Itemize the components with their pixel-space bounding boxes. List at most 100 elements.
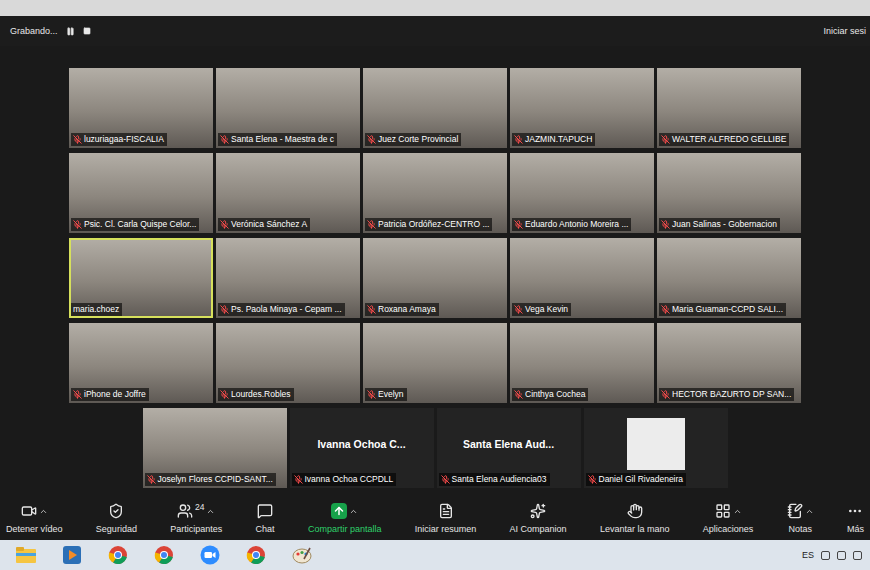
participant-tile[interactable]: Verónica Sánchez A [216,153,360,233]
chevron-up-icon[interactable] [349,507,358,516]
volume-icon[interactable] [837,551,846,560]
participant-name: Lourdes.Robles [218,388,294,401]
toolbar-button[interactable]: 24 Participantes [170,502,222,534]
taskbar-app[interactable] [106,543,130,567]
participant-tile[interactable]: WALTER ALFREDO GELLIBE [657,68,801,148]
participant-tile[interactable]: maria.choez [69,238,213,318]
participant-tile[interactable]: Maria Guaman-CCPD SALI... [657,238,801,318]
participant-name: Joselyn Flores CCPID-SANT... [145,473,276,486]
toolbar-button[interactable]: Aplicaciones [703,502,754,534]
participant-tile[interactable]: Juez Corte Provincial [363,68,507,148]
mic-off-icon [147,475,156,484]
chrome-icon [154,545,174,565]
participant-tile[interactable]: Roxana Amaya [363,238,507,318]
participant-name: Santa Elena Audiencia03 [439,473,550,486]
participant-name: Cinthya Cochea [512,388,588,401]
toolbar-label: Chat [256,524,275,534]
participant-tile[interactable]: Santa Elena - Maestra de c [216,68,360,148]
participant-tile[interactable]: Santa Elena Aud... Santa Elena Audiencia0… [437,408,581,488]
share-icon [331,503,347,519]
mic-off-icon [514,220,523,229]
pause-icon[interactable] [66,27,75,36]
shield-icon [108,503,124,519]
mic-off-icon [514,390,523,399]
mic-off-icon [367,135,376,144]
toolbar-label: AI Companion [510,524,567,534]
toolbar-label: Más [847,524,864,534]
toolbar-icon-row [21,502,48,520]
mic-off-icon [588,475,597,484]
toolbar-button[interactable]: Notas [787,502,814,534]
participant-name: Eduardo Antonio Moreira ... [512,218,631,231]
participant-name: iPhone de Joffre [71,388,149,401]
recording-indicator: Grabando... [10,26,91,36]
language-indicator[interactable]: ES [802,550,814,560]
system-tray: ES [802,550,862,560]
toolbar-icon-row [787,502,814,520]
toolbar-button[interactable]: Detener vídeo [6,502,63,534]
sparkles-icon [530,503,546,519]
participant-center-name: Ivanna Ochoa C... [317,438,405,450]
participant-tile[interactable]: Daniel Gil Rivadeneira [584,408,728,488]
chevron-up-icon[interactable] [733,507,742,516]
taskbar-app[interactable] [244,543,268,567]
video-icon [21,503,37,519]
toolbar-icon-row [108,502,124,520]
participant-name: Ps. Paola Minaya - Cepam ... [218,303,345,316]
participant-tile[interactable]: Evelyn [363,323,507,403]
participant-tile[interactable]: Lourdes.Robles [216,323,360,403]
participant-name: Vega Kevin [512,303,571,316]
participant-tile[interactable]: Ps. Paola Minaya - Cepam ... [216,238,360,318]
toolbar-button[interactable]: Seguridad [96,502,137,534]
taskbar-app[interactable] [60,543,84,567]
toolbar-label: Notas [788,524,812,534]
toolbar-button[interactable]: Levantar la mano [600,502,670,534]
stop-icon[interactable] [83,27,91,35]
participant-tile[interactable]: JAZMIN.TAPUCH [510,68,654,148]
participant-tile[interactable]: iPhone de Joffre [69,323,213,403]
toolbar-button[interactable]: Compartir pantalla [308,502,382,534]
toolbar-button[interactable]: Más [847,502,864,534]
participant-tile[interactable]: HECTOR BAZURTO DP SAN... [657,323,801,403]
participant-tile[interactable]: Vega Kevin [510,238,654,318]
mic-off-icon [514,305,523,314]
participant-tile[interactable]: Psic. Cl. Carla Quispe Celor... [69,153,213,233]
apps-icon [715,503,731,519]
participant-name: luzuriagaa-FISCALIA [71,133,167,146]
toolbar-label: Detener vídeo [6,524,63,534]
signin-link[interactable]: Iniciar sesi [823,26,866,36]
top-strip [0,0,870,16]
participant-name: maria.choez [71,303,122,316]
toolbar-icon-row [715,502,742,520]
taskbar-app[interactable] [198,543,222,567]
toolbar-button[interactable]: Chat [256,502,275,534]
network-icon[interactable] [821,551,830,560]
toolbar-button[interactable]: AI Companion [510,502,567,534]
participant-tile[interactable]: luzuriagaa-FISCALIA [69,68,213,148]
chevron-up-icon[interactable] [206,507,215,516]
more-icon [847,503,863,519]
participant-tile[interactable]: Cinthya Cochea [510,323,654,403]
taskbar-app[interactable] [290,543,314,567]
chevron-up-icon[interactable] [805,507,814,516]
gallery-row: Joselyn Flores CCPID-SANT... Ivanna Ochoa… [143,408,728,488]
notification-icon[interactable] [853,551,862,560]
chat-icon [257,503,273,519]
participant-tile[interactable]: Patricia Ordóñez-CENTRO ... [363,153,507,233]
toolbar-label: Participantes [170,524,222,534]
taskbar-app[interactable] [152,543,176,567]
toolbar-label: Aplicaciones [703,524,754,534]
participant-tile[interactable]: Juan Salinas - Gobernacion [657,153,801,233]
participant-name: Ivanna Ochoa CCPDLL [292,473,397,486]
meeting-toolbar: Detener vídeo Seguridad 24 Participantes Cha… [0,496,870,540]
participant-tile[interactable]: Joselyn Flores CCPID-SANT... [143,408,287,488]
participant-tile[interactable]: Eduardo Antonio Moreira ... [510,153,654,233]
participant-tile[interactable]: Ivanna Ochoa C... Ivanna Ochoa CCPDLL [290,408,434,488]
taskbar-app[interactable] [14,543,38,567]
chevron-up-icon[interactable] [39,507,48,516]
participant-name: HECTOR BAZURTO DP SAN... [659,388,794,401]
participant-center-name: Santa Elena Aud... [463,438,554,450]
toolbar-button[interactable]: Iniciar resumen [415,502,477,534]
toolbar-icon-row [847,502,863,520]
participant-count: 24 [195,502,204,512]
